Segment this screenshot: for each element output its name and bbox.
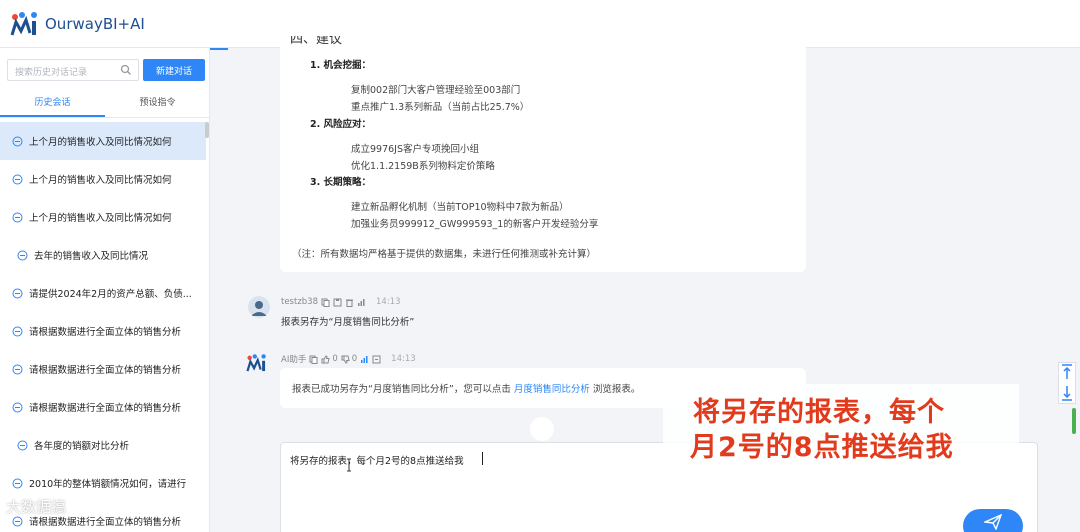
new-chat-button[interactable]: 新建对话 <box>143 59 205 81</box>
history-item[interactable]: 各年度的销额对比分析 <box>0 426 206 464</box>
history-list: 上个月的销售收入及同比情况如何 上个月的销售收入及同比情况如何 上个月的销售收入… <box>0 122 206 532</box>
report-link[interactable]: 月度销售同比分析 <box>514 384 590 395</box>
history-item[interactable]: 上个月的销售收入及同比情况如何 <box>0 122 206 160</box>
ai-reply-text: 报表已成功另存为“月度销售同比分析”，您可以点击 月度销售同比分析 浏览报表。 <box>292 381 640 395</box>
history-item-label: 上个月的销售收入及同比情况如何 <box>29 137 172 148</box>
sidebar: 新建对话 历史会话 预设指令 上个月的销售收入及同比情况如何 上个月的销售收入及… <box>0 48 210 532</box>
scroll-controls[interactable] <box>1058 362 1076 404</box>
chat-bubble-icon <box>17 250 28 260</box>
report-note: （注：所有数据均严格基于提供的数据集，未进行任何推测或补充计算） <box>292 249 597 260</box>
history-item[interactable]: 去年的销售收入及同比情况 <box>0 236 206 274</box>
chat-bubble-icon <box>12 402 23 412</box>
history-search <box>7 59 139 83</box>
section-title: 1. 机会挖掘： <box>310 60 372 71</box>
chart-icon[interactable] <box>357 298 366 307</box>
history-item-label: 上个月的销售收入及同比情况如何 <box>29 175 172 186</box>
copy-icon[interactable] <box>309 355 318 364</box>
chat-bubble-icon <box>12 478 23 488</box>
loading-indicator <box>530 417 554 441</box>
chat-bubble-icon <box>12 326 23 336</box>
section-line: 优化1.1.2159B系列物料定价策略 <box>351 161 495 172</box>
report-heading: 四、建议 <box>290 36 343 47</box>
ai-message-meta: AI助手 0 0 14:13 <box>281 353 416 365</box>
delete-icon[interactable] <box>345 298 354 307</box>
history-item-label: 请提供2024年2月的资产总额、负债... <box>29 289 192 300</box>
chat-bubble-icon <box>17 440 28 450</box>
thumbs-up-icon[interactable] <box>321 354 330 364</box>
user-name: testzb38 <box>281 297 318 307</box>
chart-icon[interactable] <box>360 355 369 364</box>
ai-message-time: 14:13 <box>391 354 416 364</box>
history-item-label: 请根据数据进行全面立体的销售分析 <box>29 365 182 376</box>
caption-line-1: 将另存的报表，每个 <box>693 397 945 428</box>
text-caret <box>482 452 483 465</box>
like-count: 0 <box>332 354 338 364</box>
user-message-text: 报表另存为“月度销售同比分析” <box>281 317 415 328</box>
send-icon <box>984 514 1002 530</box>
copy-icon[interactable] <box>321 298 330 307</box>
user-message-time: 14:13 <box>376 297 401 307</box>
search-row: 新建对话 <box>7 59 205 83</box>
user-avatar <box>248 296 270 318</box>
section-line: 成立9976JS客户专项挽回小组 <box>351 144 480 155</box>
tab-history[interactable]: 历史会话 <box>0 92 105 117</box>
chat-bubble-icon <box>12 364 23 374</box>
section-line: 建立新品孵化机制（当前TOP10物料中7款为新品） <box>351 202 569 213</box>
chat-bubble-icon <box>12 516 23 526</box>
app-title: OurwayBI+AI <box>45 14 145 33</box>
history-item[interactable]: 上个月的销售收入及同比情况如何 <box>0 160 206 198</box>
send-button[interactable] <box>963 509 1023 532</box>
section-line: 复制002部门大客户管理经验至003部门 <box>351 85 521 96</box>
active-indicator <box>210 48 228 50</box>
sidebar-tabs: 历史会话 预设指令 <box>0 92 210 118</box>
section-line: 加强业务员999912_GW999593_1的新客户开发经验分享 <box>351 219 599 230</box>
chat-bubble-icon <box>12 288 23 298</box>
chat-bubble-icon <box>12 212 23 222</box>
history-item-label: 去年的销售收入及同比情况 <box>34 251 149 262</box>
ourway-logo-icon <box>10 11 37 35</box>
history-item[interactable]: 请提供2024年2月的资产总额、负债... <box>0 274 206 312</box>
history-item-label: 2010年的整体销额情况如何，请进行 <box>29 479 187 490</box>
message-input[interactable]: 将另存的报表，每个月2号的8点推送给我 <box>290 453 464 467</box>
history-item-label: 请根据数据进行全面立体的销售分析 <box>29 403 182 414</box>
history-item[interactable]: 请根据数据进行全面立体的销售分析 <box>0 388 206 426</box>
ibeam-cursor-icon <box>347 458 351 472</box>
section-title: 3. 长期策略： <box>310 177 372 188</box>
ai-name: AI助手 <box>281 355 307 365</box>
tab-preset-commands[interactable]: 预设指令 <box>105 92 210 117</box>
ai-reply-prefix: 报表已成功另存为“月度销售同比分析”，您可以点击 <box>292 384 514 395</box>
section-title: 2. 风险应对： <box>310 119 372 130</box>
chat-bubble-icon <box>12 174 23 184</box>
dislike-count: 0 <box>351 354 358 364</box>
section-line: 重点推广1.3系列新品（当前占比25.7%） <box>351 102 530 113</box>
history-item-label: 请根据数据进行全面立体的销售分析 <box>29 327 182 338</box>
history-item[interactable]: 请根据数据进行全面立体的销售分析 <box>0 350 206 388</box>
watermark: 大数据搞 <box>6 498 67 516</box>
history-item[interactable]: 请根据数据进行全面立体的销售分析 <box>0 312 206 350</box>
chat-scrollbar[interactable] <box>1072 408 1076 434</box>
user-message-meta: testzb38 14:13 <box>281 297 401 307</box>
sidebar-scrollbar[interactable] <box>205 122 209 138</box>
thumbs-down-icon[interactable] <box>341 355 350 364</box>
search-icon[interactable] <box>120 64 132 76</box>
chat-bubble-icon <box>12 136 23 146</box>
history-item[interactable]: 上个月的销售收入及同比情况如何 <box>0 198 206 236</box>
save-icon[interactable] <box>333 298 342 307</box>
export-icon[interactable] <box>372 355 381 364</box>
ai-avatar <box>246 354 266 372</box>
history-item-label: 上个月的销售收入及同比情况如何 <box>29 213 172 224</box>
ai-reply-suffix: 浏览报表。 <box>589 384 641 395</box>
history-item-label: 各年度的销额对比分析 <box>34 441 130 452</box>
caption-line-2: 月2号的8点推送给我 <box>690 432 954 463</box>
search-input[interactable] <box>8 63 118 83</box>
